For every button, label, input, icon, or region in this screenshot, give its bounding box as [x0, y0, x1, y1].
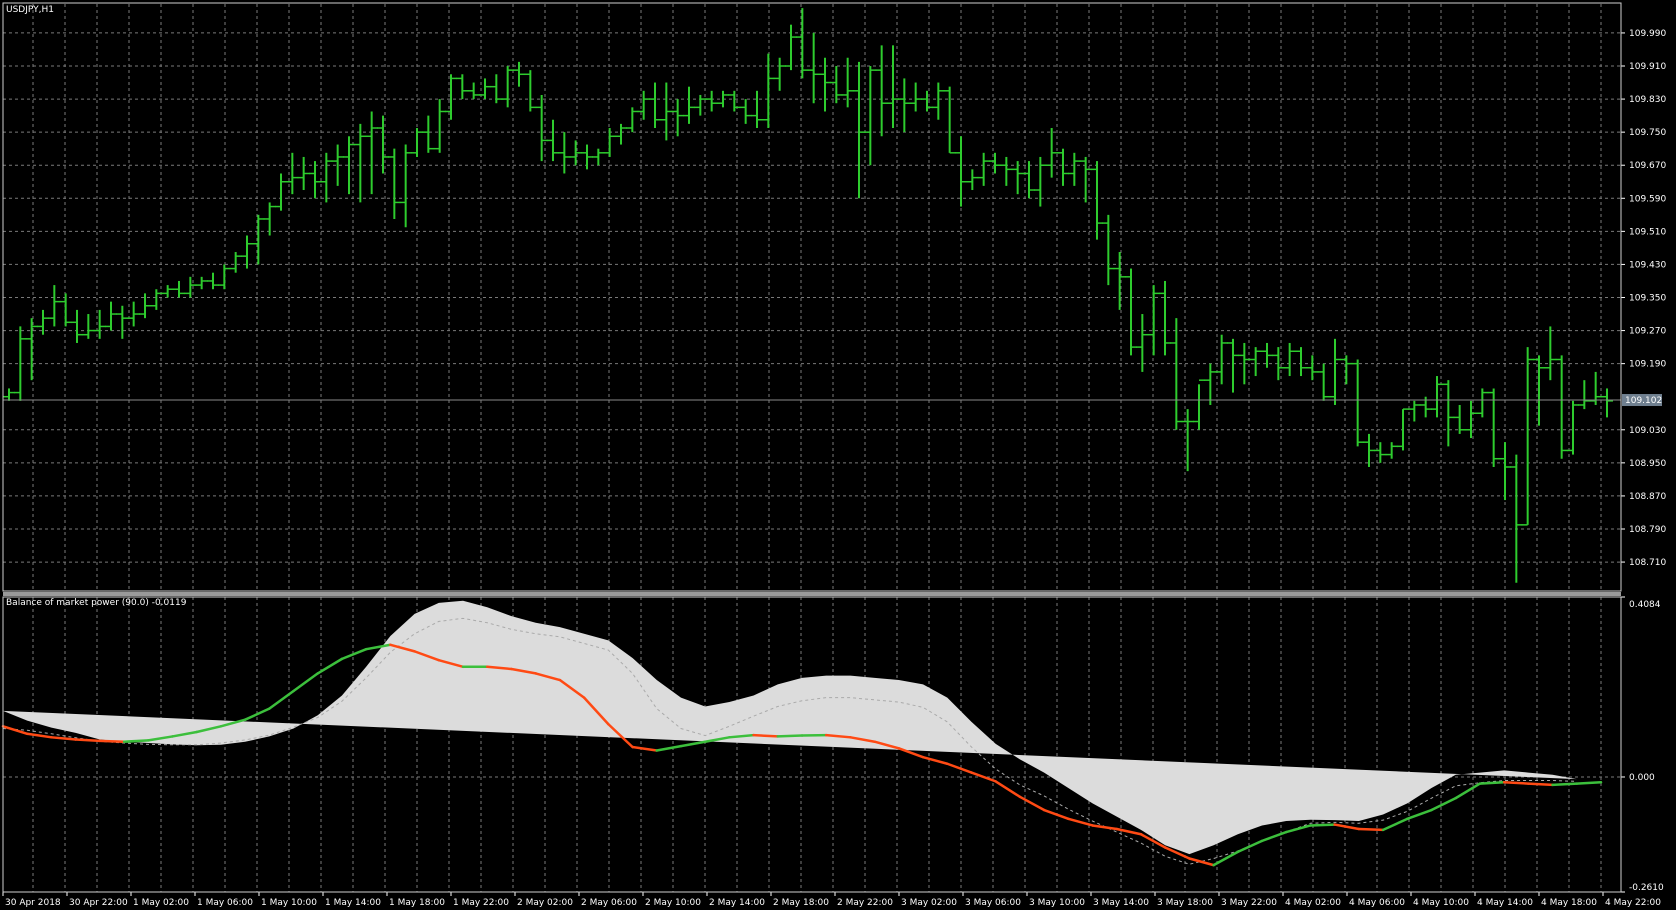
- indicator-rising-segment: [1309, 823, 1336, 827]
- panel-separator[interactable]: [3, 592, 1621, 596]
- indicator-falling-segment: [1502, 781, 1530, 785]
- time-tick-label: 2 May 14:00: [709, 898, 765, 908]
- price-tick-label: 109.350: [1629, 294, 1666, 304]
- price-tick-label: 109.030: [1629, 426, 1666, 436]
- time-tick-label: 1 May 14:00: [325, 898, 381, 908]
- time-tick-label: 4 May 10:00: [1413, 898, 1469, 908]
- time-tick-label: 2 May 10:00: [645, 898, 701, 908]
- price-tick-label: 109.990: [1629, 29, 1666, 39]
- price-tick-label: 109.830: [1629, 95, 1666, 105]
- indicator-rising-segment: [1478, 781, 1506, 785]
- indicator-falling-segment: [74, 738, 102, 743]
- time-tick-label: 4 May 22:00: [1605, 898, 1661, 908]
- time-tick-label: 4 May 18:00: [1541, 898, 1597, 908]
- price-chart-title: USDJPY,H1: [6, 5, 54, 15]
- price-tick-label: 109.910: [1629, 62, 1666, 72]
- price-tick-label: 108.950: [1629, 459, 1666, 469]
- price-tick-label: 108.870: [1629, 492, 1666, 502]
- current-price-label: 109.102: [1625, 396, 1662, 406]
- time-tick-label: 3 May 10:00: [1029, 898, 1085, 908]
- indicator-rising-segment: [776, 734, 804, 738]
- price-tick-label: 109.670: [1629, 161, 1666, 171]
- price-tick-label: 108.710: [1629, 558, 1666, 568]
- time-tick-label: 3 May 22:00: [1221, 898, 1277, 908]
- time-tick-label: 1 May 02:00: [133, 898, 189, 908]
- time-tick-label: 2 May 02:00: [517, 898, 573, 908]
- indicator-falling-segment: [752, 733, 780, 738]
- time-tick-label: 2 May 18:00: [773, 898, 829, 908]
- time-tick-label: 4 May 06:00: [1349, 898, 1405, 908]
- time-tick-label: 2 May 22:00: [837, 898, 893, 908]
- indicator-falling-segment: [1527, 782, 1554, 787]
- time-tick-label: 1 May 18:00: [389, 898, 445, 908]
- price-tick-label: 109.190: [1629, 360, 1666, 370]
- time-tick-label: 4 May 14:00: [1477, 898, 1533, 908]
- time-tick-label: 1 May 10:00: [261, 898, 317, 908]
- time-tick-label: 1 May 06:00: [197, 898, 253, 908]
- trading-chart[interactable]: 109.990 109.910 109.830 109.750 109.670 109.5…: [0, 0, 1676, 910]
- time-tick-label: 2 May 06:00: [581, 898, 637, 908]
- indicator-rising-segment: [1575, 781, 1603, 785]
- time-tick-label: 3 May 14:00: [1093, 898, 1149, 908]
- price-tick-label: 109.510: [1629, 227, 1666, 237]
- indicator-tick-label: 0.4084: [1629, 600, 1661, 610]
- price-tick-label: 109.750: [1629, 128, 1666, 138]
- time-tick-label: 3 May 18:00: [1157, 898, 1213, 908]
- time-tick-label: 3 May 06:00: [965, 898, 1021, 908]
- indicator-falling-segment: [1357, 827, 1385, 832]
- price-tick-label: 109.430: [1629, 260, 1666, 270]
- price-tick-label: 108.790: [1629, 525, 1666, 535]
- time-tick-label: 1 May 22:00: [453, 898, 509, 908]
- price-tick-label: 109.270: [1629, 327, 1666, 337]
- price-tick-label: 109.590: [1629, 194, 1666, 204]
- time-tick-label: 30 Apr 2018: [5, 898, 61, 908]
- indicator-tick-label: -0.2610: [1629, 883, 1664, 893]
- indicator-title: Balance of market power (90.0) -0.0119: [6, 598, 187, 608]
- time-tick-label: 30 Apr 22:00: [69, 898, 128, 908]
- indicator-rising-segment: [1551, 782, 1579, 787]
- indicator-rising-segment: [122, 739, 150, 743]
- indicator-tick-label: 0.000: [1629, 773, 1655, 783]
- time-tick-label: 3 May 02:00: [901, 898, 957, 908]
- time-tick-label: 4 May 02:00: [1285, 898, 1341, 908]
- indicator-falling-segment: [98, 739, 126, 743]
